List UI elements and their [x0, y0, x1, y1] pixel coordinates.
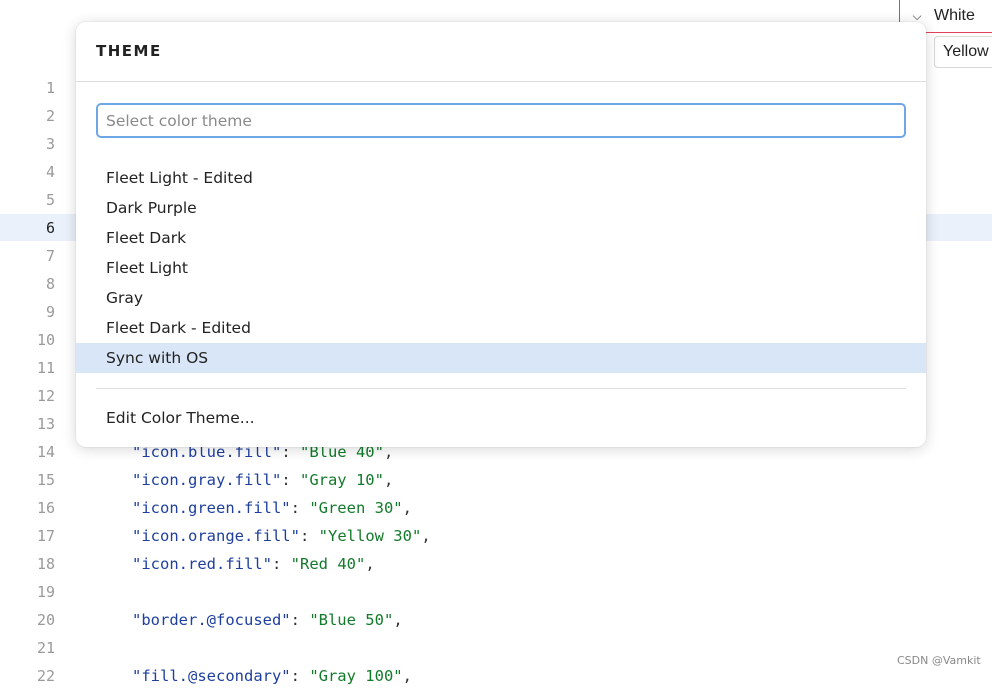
theme-item-fleet-light[interactable]: Fleet Light — [76, 253, 926, 283]
line-number: 19 — [36, 583, 55, 601]
json-key: "icon.green.fill" — [132, 499, 291, 517]
json-value: "Gray 100" — [309, 667, 403, 685]
line-number: 11 — [36, 359, 55, 377]
json-value: "Red 40" — [290, 555, 366, 573]
line-number: 3 — [45, 135, 55, 153]
line-number: 20 — [36, 611, 55, 629]
json-comma: , — [402, 667, 412, 685]
json-value: "Gray 10" — [299, 471, 384, 489]
theme-item-dark-purple[interactable]: Dark Purple — [76, 193, 926, 223]
theme-item-fleet-dark[interactable]: Fleet Dark — [76, 223, 926, 253]
line-number: 7 — [45, 247, 55, 265]
json-key: "fill.@secondary" — [132, 667, 291, 685]
divider — [96, 388, 906, 389]
line-number: 10 — [36, 331, 55, 349]
line-number: 21 — [36, 639, 55, 657]
json-value: "Yellow 30" — [318, 527, 422, 545]
code-line: "fill.@secondary": "Gray 100", — [132, 662, 412, 690]
line-number: 18 — [36, 555, 55, 573]
white-dropdown-label: White — [934, 7, 975, 24]
code-line: "icon.green.fill": "Green 30", — [132, 494, 412, 522]
watermark: CSDN @Vamkit — [897, 654, 981, 667]
line-number: 15 — [36, 471, 55, 489]
theme-list: Fleet Light - Edited Dark Purple Fleet D… — [76, 163, 926, 373]
edit-color-theme-button[interactable]: Edit Color Theme... — [106, 403, 255, 433]
json-key: "icon.gray.fill" — [132, 471, 282, 489]
json-colon: : — [290, 499, 310, 517]
code-line: "icon.red.fill": "Red 40", — [132, 550, 375, 578]
theme-search-input[interactable] — [96, 103, 906, 138]
line-number: 12 — [36, 387, 55, 405]
json-colon: : — [271, 555, 291, 573]
code-line: "border.@focused": "Blue 50", — [132, 606, 403, 634]
json-comma: , — [365, 555, 375, 573]
line-number: 1 — [45, 79, 55, 97]
json-colon: : — [281, 471, 300, 489]
popup-title: THEME — [96, 42, 162, 60]
code-line: "icon.gray.fill": "Gray 10", — [132, 466, 393, 494]
line-number: 9 — [45, 303, 55, 321]
line-number: 6 — [45, 219, 55, 237]
json-colon: : — [299, 527, 319, 545]
line-number: 13 — [36, 415, 55, 433]
line-number: 22 — [36, 667, 55, 685]
json-comma: , — [402, 499, 412, 517]
theme-item-fleet-dark-edited[interactable]: Fleet Dark - Edited — [76, 313, 926, 343]
yellow-field[interactable]: Yellow — [934, 36, 992, 68]
json-colon: : — [290, 667, 310, 685]
json-key: "icon.orange.fill" — [132, 527, 300, 545]
json-key: "icon.red.fill" — [132, 555, 272, 573]
theme-item-gray[interactable]: Gray — [76, 283, 926, 313]
line-number: 5 — [45, 191, 55, 209]
json-colon: : — [290, 611, 310, 629]
json-value: "Green 30" — [309, 499, 403, 517]
theme-item-fleet-light-edited[interactable]: Fleet Light - Edited — [76, 163, 926, 193]
divider — [76, 81, 926, 82]
json-key: "border.@focused" — [132, 611, 291, 629]
json-comma: , — [393, 611, 403, 629]
line-number: 2 — [45, 107, 55, 125]
line-number: 16 — [36, 499, 55, 517]
line-number: 17 — [36, 527, 55, 545]
theme-item-sync-with-os[interactable]: Sync with OS — [76, 343, 926, 373]
line-number: 4 — [45, 163, 55, 181]
json-comma: , — [421, 527, 431, 545]
theme-popup: THEME Fleet Light - Edited Dark Purple F… — [76, 22, 926, 447]
json-comma: , — [383, 471, 394, 489]
json-value: "Blue 50" — [309, 611, 394, 629]
line-number: 8 — [45, 275, 55, 293]
code-line: "icon.orange.fill": "Yellow 30", — [132, 522, 431, 550]
line-number: 14 — [36, 443, 55, 461]
